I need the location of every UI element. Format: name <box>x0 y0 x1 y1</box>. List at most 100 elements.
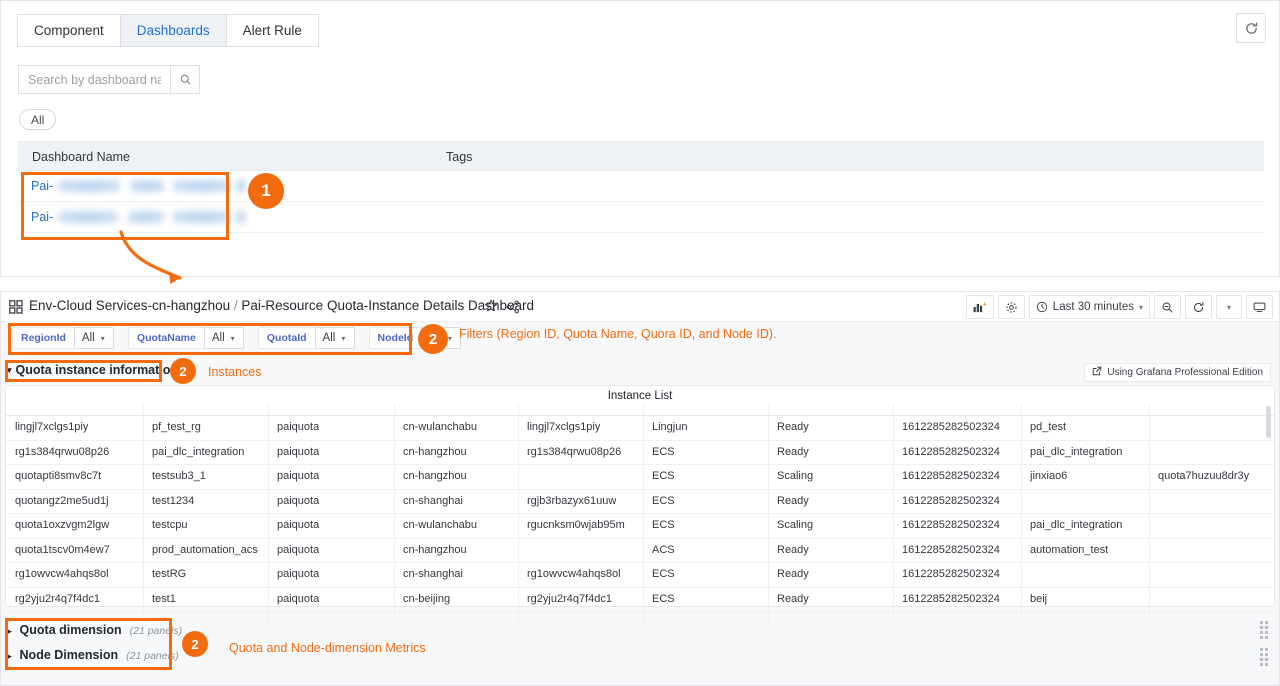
table-row[interactable]: quota1tscv0m4ew7 prod_automation_acs pai… <box>6 539 1274 564</box>
chevron-down-icon: ▾ <box>1139 303 1143 312</box>
panel-count: (21 panels) <box>126 650 179 662</box>
cell-product-code: paiquota <box>277 470 319 482</box>
cell-quota-id: quota1tscv0m4ew7 <box>15 544 110 556</box>
redacted-text <box>236 211 246 223</box>
annotation-badge-1: 1 <box>248 173 284 209</box>
dashboard-search <box>18 65 200 94</box>
breadcrumb-folder[interactable]: Env-Cloud Services-cn-hangzhou <box>29 298 230 313</box>
breadcrumb: Env-Cloud Services-cn-hangzhou / Pai-Res… <box>29 298 534 313</box>
zoom-out-time-range-icon[interactable] <box>1154 295 1181 319</box>
variable-value-select[interactable]: All ▾ <box>74 327 114 349</box>
annotation-badge-2-dimensions: 2 <box>182 631 208 657</box>
cell-quota-id: rg1owvcw4ahqs8ol <box>15 568 109 580</box>
panel-drag-handle[interactable] <box>1260 648 1268 666</box>
cell-region-id: cn-hangzhou <box>403 470 467 482</box>
table-row[interactable]: quotangz2me5ud1j test1234 paiquota cn-sh… <box>6 490 1274 515</box>
cell-region-id: cn-beijing <box>403 593 450 605</box>
table-row[interactable]: quota1oxzvgm2lgw testcpu paiquota cn-wul… <box>6 514 1274 539</box>
cell-status: Ready <box>777 593 809 605</box>
cell-owner: beij <box>1030 593 1047 605</box>
cell-product-code: paiquota <box>277 544 319 556</box>
table-row[interactable]: rg1s384qrwu08p26 pai_dlc_integration pai… <box>6 441 1274 466</box>
dashboard-settings-gear-icon[interactable] <box>998 295 1025 319</box>
row-node-dimension[interactable]: ▸ Node Dimension (21 panels) <box>7 648 179 662</box>
search-input[interactable] <box>18 65 170 94</box>
cell-quota-id: quotapti8smv8c7t <box>15 470 101 482</box>
grid-icon <box>9 300 23 319</box>
dashboard-name-link[interactable]: Pai- <box>31 179 53 193</box>
chevron-down-icon: ▾ <box>341 334 345 343</box>
table-row[interactable]: quotapti8smv8c7t testsub3_1 paiquota cn-… <box>6 465 1274 490</box>
cell-quota-id: rg2yju2r4q7f4dc1 <box>15 593 100 605</box>
cell-quota-id: quota1oxzvgm2lgw <box>15 519 109 531</box>
cell-resource-type: ECS <box>652 446 675 458</box>
panel-drag-handle[interactable] <box>1260 621 1268 639</box>
cell-extra: quota7huzuu8dr3y <box>1158 470 1249 482</box>
cell-product-code: paiquota <box>277 446 319 458</box>
table-row[interactable]: Pai- <box>18 171 1264 202</box>
time-range-picker[interactable]: Last 30 minutes ▾ <box>1029 295 1150 319</box>
search-icon[interactable] <box>170 65 200 94</box>
cell-quota-id: quotangz2me5ud1j <box>15 495 109 507</box>
annotation-badge-2-instances: 2 <box>170 358 196 384</box>
cell-account-id: 1612285282502324 <box>902 593 1000 605</box>
refresh-dashboard-icon[interactable] <box>1185 295 1212 319</box>
annotation-badge-2-filters: 2 <box>418 324 448 354</box>
table-header-row-clipped <box>6 404 1274 416</box>
grafana-toolbar: Last 30 minutes ▾ <box>962 295 1273 319</box>
table-row[interactable]: rg2yju2r4q7f4dc1 test1 paiquota cn-beiji… <box>6 588 1274 613</box>
tv-kiosk-mode-icon[interactable] <box>1246 295 1273 319</box>
clock-icon <box>1036 301 1048 313</box>
row-quota-dimension[interactable]: ▸ Quota dimension (21 panels) <box>7 623 182 637</box>
add-panel-icon[interactable] <box>966 295 994 319</box>
table-row-partial <box>6 612 1274 622</box>
annotation-text-dimensions: Quota and Node-dimension Metrics <box>229 641 426 655</box>
row-title: Quota instance information <box>16 363 179 377</box>
cell-owner: jinxiao6 <box>1030 470 1067 482</box>
redacted-text <box>58 211 118 223</box>
cell-status: Ready <box>777 568 809 580</box>
callout-arrow <box>96 228 236 300</box>
grafana-edition-button[interactable]: Using Grafana Professional Edition <box>1084 363 1271 382</box>
cell-region-id: cn-shanghai <box>403 495 463 507</box>
variable-value: All <box>212 332 225 344</box>
variable-quotaname: QuotaName All ▾ <box>128 327 244 349</box>
annotation-text-filters: Filters (Region ID, Quota Name, Quora ID… <box>459 327 777 341</box>
grafana-edition-label: Using Grafana Professional Edition <box>1107 367 1263 378</box>
variable-quotaid: QuotaId All ▾ <box>258 327 355 349</box>
share-icon[interactable] <box>506 300 520 319</box>
row-quota-instance-information[interactable]: ▾ Quota instance information <box>7 363 178 377</box>
table-row[interactable]: rg1owvcw4ahqs8ol testRG paiquota cn-shan… <box>6 563 1274 588</box>
chevron-down-icon: ▾ <box>231 334 235 343</box>
dashboard-table-header: Dashboard Name Tags <box>18 141 1264 171</box>
variable-regionid: RegionId All ▾ <box>12 327 114 349</box>
variable-label: RegionId <box>12 327 74 349</box>
screenshot-root: Component Dashboards Alert Rule All Dash… <box>0 0 1280 686</box>
tab-dashboards[interactable]: Dashboards <box>120 14 227 47</box>
column-header-tags: Tags <box>446 150 472 164</box>
table-vertical-scrollbar[interactable] <box>1266 406 1271 438</box>
cell-account-id: 1612285282502324 <box>902 519 1000 531</box>
refresh-interval-caret[interactable]: ▾ <box>1216 295 1242 319</box>
tab-component[interactable]: Component <box>17 14 121 47</box>
cell-owner: pai_dlc_integration <box>1030 446 1122 458</box>
cell-quota-name: prod_automation_acs <box>152 544 258 556</box>
cell-account-id: 1612285282502324 <box>902 421 1000 433</box>
refresh-icon[interactable] <box>1236 13 1266 43</box>
tab-alert-rule[interactable]: Alert Rule <box>226 14 319 47</box>
star-icon[interactable] <box>484 299 498 318</box>
cell-quota-id: rg1s384qrwu08p26 <box>15 446 109 458</box>
instance-list-table: lingjl7xclgs1piy pf_test_rg paiquota cn-… <box>6 404 1274 622</box>
row-title: Node Dimension <box>20 648 119 662</box>
chevron-down-icon: ▾ <box>448 334 452 343</box>
redacted-text <box>173 211 231 223</box>
cell-quota-name: testRG <box>152 568 186 580</box>
variable-value-select[interactable]: All ▾ <box>204 327 244 349</box>
cell-product-code: paiquota <box>277 568 319 580</box>
filter-pill-all[interactable]: All <box>19 109 56 130</box>
cell-quota-name: testsub3_1 <box>152 470 206 482</box>
dashboard-name-link[interactable]: Pai- <box>31 210 53 224</box>
variable-value-select[interactable]: All ▾ <box>315 327 355 349</box>
table-row[interactable]: lingjl7xclgs1piy pf_test_rg paiquota cn-… <box>6 416 1274 441</box>
cell-resource-id: rg1s384qrwu08p26 <box>527 446 621 458</box>
